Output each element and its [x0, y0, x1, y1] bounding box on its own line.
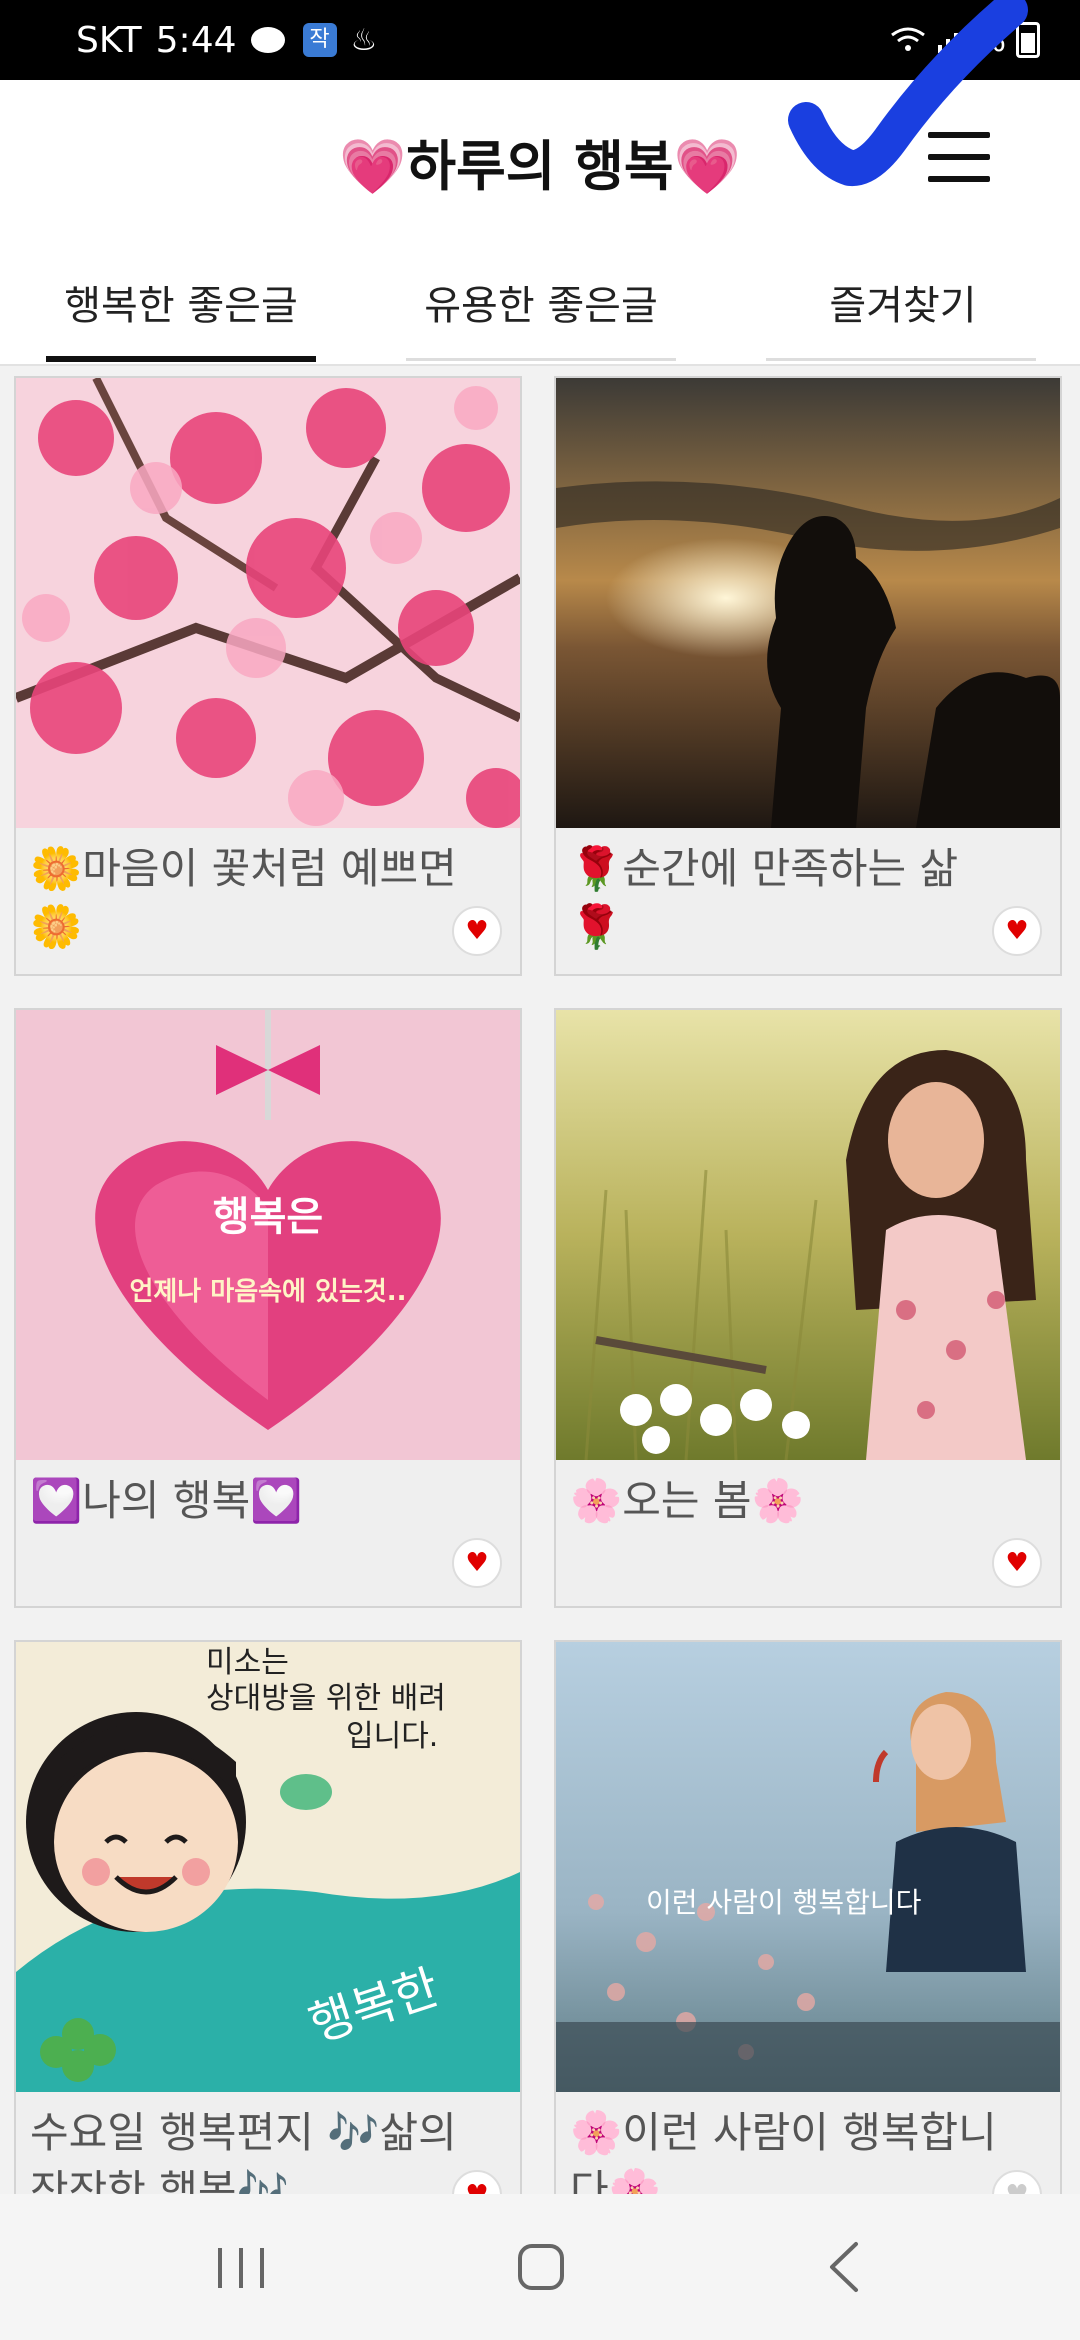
tab-bar: 행복한 좋은글 유용한 좋은글 즐겨찾기 — [0, 240, 1080, 366]
wifi-icon — [890, 27, 925, 51]
card-image-pink-heart[interactable]: 행복은 언제나 마음속에 있는것.. — [16, 1010, 520, 1460]
notification-icon: ♨ — [350, 22, 378, 58]
card-image-magnolia[interactable] — [16, 378, 520, 828]
image-caption: 행복은 — [213, 1194, 323, 1240]
post-grid: 🌼마음이 꽃처럼 예쁘면🌼 ♥ 🌹순간에 만족하는 삶🌹 ♥ 행복은 언제나 마… — [0, 376, 1080, 2194]
status-bar: SKT 5:44 작 ♨ % — [0, 0, 1080, 80]
recent-apps-icon[interactable] — [196, 2234, 286, 2300]
app-title: 💗하루의 행복💗 — [339, 135, 741, 198]
heart-icon[interactable]: ♥ — [452, 906, 502, 956]
card-image-woman-flower[interactable]: 이런 사람이 행복합니다 — [556, 1642, 1060, 2092]
post-card[interactable]: 미소는 상대방을 위한 배려 입니다. 행복한 수요일 행복편지 🎶삶의 잔잔한… — [14, 1640, 522, 2194]
post-card[interactable]: 행복은 언제나 마음속에 있는것.. 💟나의 행복💟 ♥ — [14, 1008, 522, 1608]
heart-icon[interactable]: ♥ — [992, 1538, 1042, 1588]
post-card[interactable]: 이런 사람이 행복합니다 🌸이런 사람이 행복합니다🌸 ♥ — [554, 1640, 1062, 2194]
carrier-label: SKT — [76, 19, 142, 61]
active-tab-indicator — [46, 356, 316, 362]
image-caption: 상대방을 위한 배려 — [206, 1681, 446, 1716]
card-title: 🌸이런 사람이 행복합니다🌸 — [570, 2108, 997, 2194]
card-title: 🌼마음이 꽃처럼 예쁘면🌼 — [30, 844, 457, 951]
tab-divider — [766, 358, 1036, 361]
back-icon[interactable] — [800, 2234, 890, 2300]
chat-bubble-icon — [250, 25, 289, 55]
card-image-cartoon-girl[interactable]: 미소는 상대방을 위한 배려 입니다. 행복한 — [16, 1642, 520, 2092]
heart-icon[interactable]: ♥ — [992, 906, 1042, 956]
card-title: 🌹순간에 만족하는 삶🌹 — [570, 844, 959, 951]
tab-favorites[interactable]: 즐겨찾기 — [770, 240, 1036, 364]
home-icon[interactable] — [496, 2234, 586, 2300]
battery-icon — [1016, 22, 1040, 58]
image-caption: 언제나 마음속에 있는것.. — [129, 1277, 406, 1307]
card-title: 🌸오는 봄🌸 — [570, 1476, 804, 1525]
card-title: 💟나의 행복💟 — [30, 1476, 303, 1525]
card-image-woman-field[interactable] — [556, 1010, 1060, 1460]
heart-icon[interactable]: ♥ — [452, 1538, 502, 1588]
image-caption: 이런 사람이 행복합니다 — [646, 1886, 921, 1919]
card-image-sunset[interactable] — [556, 378, 1060, 828]
post-card[interactable]: 🌹순간에 만족하는 삶🌹 ♥ — [554, 376, 1062, 976]
signal-icon — [937, 33, 958, 53]
tab-useful-quotes[interactable]: 유용한 좋은글 — [406, 240, 676, 364]
image-caption: 미소는 — [206, 1645, 289, 1680]
clock: 5:44 — [155, 19, 237, 61]
post-card[interactable]: 🌸오는 봄🌸 ♥ — [554, 1008, 1062, 1608]
card-title: 수요일 행복편지 🎶삶의 잔잔한 행복🎶 — [30, 2108, 457, 2194]
system-nav-bar — [0, 2194, 1080, 2340]
post-card[interactable]: 🌼마음이 꽃처럼 예쁘면🌼 ♥ — [14, 376, 522, 976]
app-header: 💗하루의 행복💗 — [0, 80, 1080, 240]
battery-percent: % — [975, 21, 1006, 59]
hamburger-menu-icon[interactable] — [928, 128, 992, 184]
tab-divider — [406, 358, 676, 361]
image-caption: 입니다. — [346, 1719, 438, 1754]
app-notification-icon: 작 — [302, 23, 337, 57]
tab-happy-quotes[interactable]: 행복한 좋은글 — [46, 240, 316, 364]
